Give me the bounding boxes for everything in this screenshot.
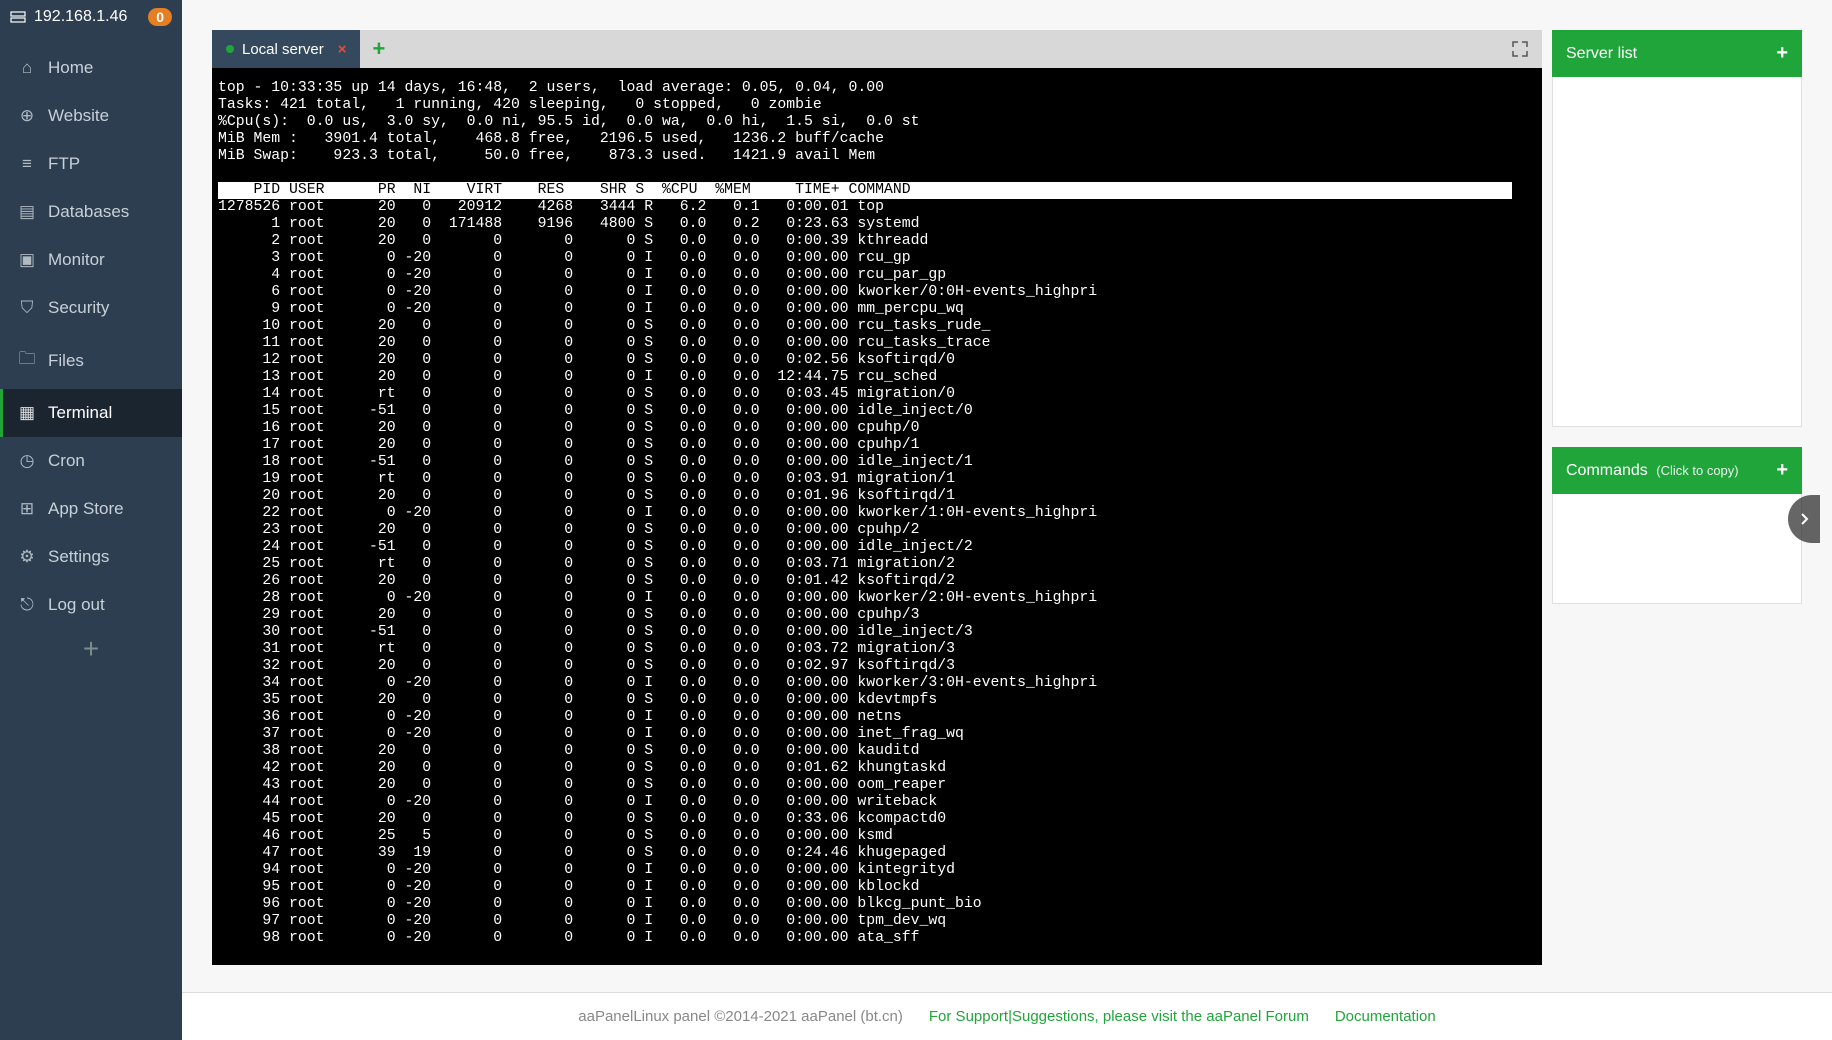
terminal-panel: Local server × + top - 10:33:35 up 14 da… [212, 30, 1542, 965]
commands-body [1552, 494, 1802, 604]
sidebar-item-cron[interactable]: ◷ Cron [0, 437, 182, 485]
commands-panel: Commands (Click to copy) + [1552, 447, 1802, 604]
home-icon: ⌂ [18, 58, 36, 78]
sidebar-item-appstore[interactable]: ⊞ App Store [0, 485, 182, 533]
sidebar-item-security[interactable]: ⛉ Security [0, 284, 182, 332]
databases-icon: ▤ [18, 202, 36, 222]
top-header-row: PID USER PR NI VIRT RES SHR S %CPU %MEM … [218, 182, 1512, 199]
commands-title: Commands [1566, 462, 1648, 479]
sidebar-item-settings[interactable]: ⚙ Settings [0, 533, 182, 581]
fullscreen-icon[interactable] [1498, 41, 1542, 57]
cron-icon: ◷ [18, 451, 36, 471]
sidebar-item-databases[interactable]: ▤ Databases [0, 188, 182, 236]
status-dot-icon [226, 45, 234, 53]
sidebar-ip-row: 192.168.1.46 0 [0, 0, 182, 34]
commands-header: Commands (Click to copy) + [1552, 447, 1802, 494]
sidebar: 192.168.1.46 0 ⌂ Home ⊕ Website ≡ FTP ▤ Databas… [0, 0, 182, 1040]
ip-text: 192.168.1.46 [34, 8, 127, 26]
footer-forum-link[interactable]: For Support|Suggestions, please visit th… [929, 1008, 1309, 1025]
sidebar-add-button[interactable]: + [0, 629, 182, 669]
sidebar-item-label: Home [48, 58, 93, 78]
nav: ⌂ Home ⊕ Website ≡ FTP ▤ Databases ▣ Monitor ⛉ Secu… [0, 44, 182, 629]
sidebar-item-website[interactable]: ⊕ Website [0, 92, 182, 140]
footer-copyright: aaPanelLinux panel ©2014-2021 aaPanel (b… [578, 1008, 903, 1025]
terminal-icon: ▦ [18, 403, 36, 423]
terminal-tabs: Local server × + [212, 30, 1542, 68]
monitor-icon: ▣ [18, 250, 36, 270]
sidebar-item-label: Cron [48, 451, 85, 471]
files-icon: 🗀 [18, 346, 36, 375]
commands-hint: (Click to copy) [1656, 463, 1738, 478]
add-command-button[interactable]: + [1776, 459, 1788, 482]
sidebar-item-label: App Store [48, 499, 124, 519]
main-area: Local server × + top - 10:33:35 up 14 da… [182, 0, 1832, 1040]
sidebar-item-label: Log out [48, 595, 105, 615]
sidebar-item-label: Terminal [48, 403, 112, 423]
website-icon: ⊕ [18, 106, 36, 126]
sidebar-item-label: Monitor [48, 250, 105, 270]
server-list-panel: Server list + [1552, 30, 1802, 427]
terminal-output[interactable]: top - 10:33:35 up 14 days, 16:48, 2 user… [212, 68, 1542, 965]
sidebar-item-label: Website [48, 106, 109, 126]
right-rail: Server list + Commands (Click to copy) + [1552, 30, 1802, 604]
server-list-body [1552, 77, 1802, 427]
sidebar-item-logout[interactable]: ⎋ Log out [0, 581, 182, 629]
sidebar-item-files[interactable]: 🗀 Files [0, 332, 182, 389]
settings-icon: ⚙ [18, 547, 36, 567]
sidebar-item-home[interactable]: ⌂ Home [0, 44, 182, 92]
ftp-icon: ≡ [18, 154, 36, 174]
tab-add-button[interactable]: + [360, 36, 397, 62]
sidebar-item-label: Databases [48, 202, 129, 222]
logout-icon: ⎋ [18, 595, 36, 615]
alert-badge[interactable]: 0 [148, 8, 172, 26]
sidebar-item-label: FTP [48, 154, 80, 174]
sidebar-item-label: Security [48, 298, 109, 318]
server-list-title: Server list [1566, 45, 1637, 63]
sidebar-item-monitor[interactable]: ▣ Monitor [0, 236, 182, 284]
server-list-header: Server list + [1552, 30, 1802, 77]
sidebar-item-label: Settings [48, 547, 109, 567]
add-server-button[interactable]: + [1776, 42, 1788, 65]
tab-label: Local server [242, 41, 324, 58]
tab-close-icon[interactable]: × [338, 41, 347, 58]
footer: aaPanelLinux panel ©2014-2021 aaPanel (b… [182, 992, 1832, 1040]
terminal-tab-active[interactable]: Local server × [212, 30, 360, 68]
sidebar-item-label: Files [48, 351, 84, 371]
footer-docs-link[interactable]: Documentation [1335, 1008, 1436, 1025]
security-icon: ⛉ [18, 298, 36, 318]
sidebar-item-terminal[interactable]: ▦ Terminal [0, 389, 182, 437]
sidebar-item-ftp[interactable]: ≡ FTP [0, 140, 182, 188]
appstore-icon: ⊞ [18, 499, 36, 519]
server-icon [10, 9, 26, 25]
